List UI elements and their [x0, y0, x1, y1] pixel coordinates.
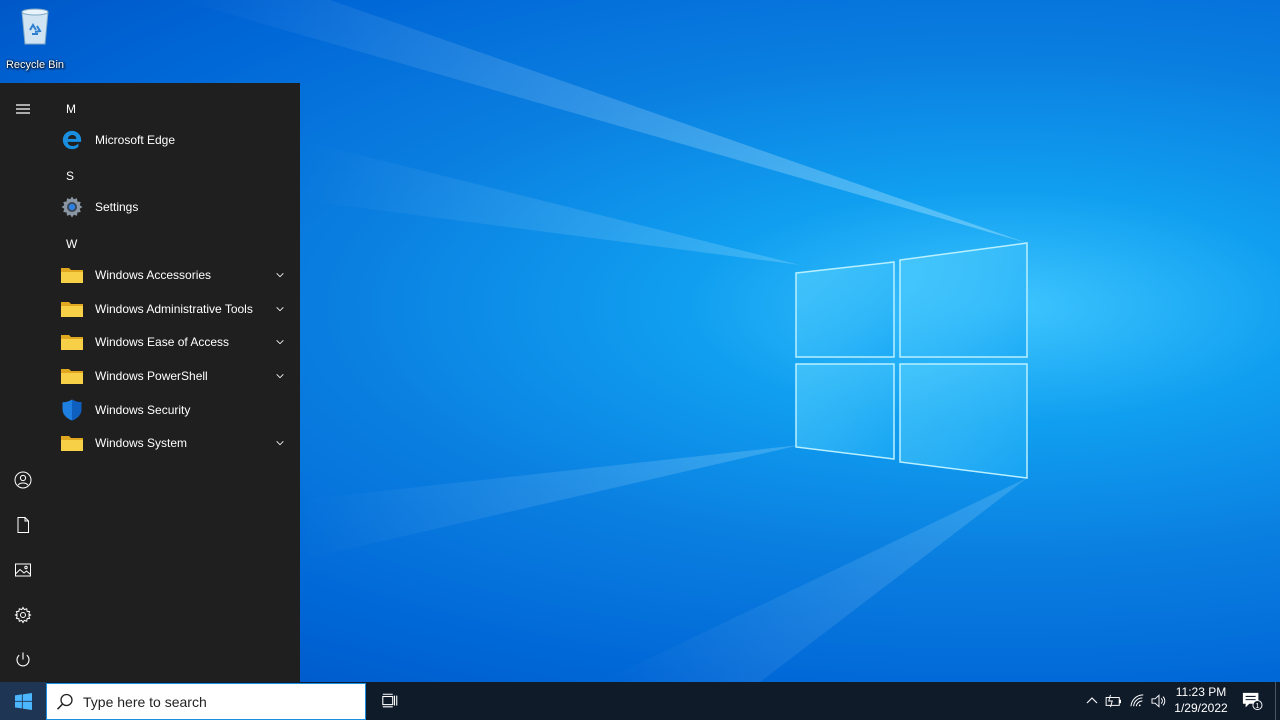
task-view-icon: [382, 693, 398, 708]
edge-icon: [62, 130, 82, 150]
app-windows-ease-of-access[interactable]: Windows Ease of Access: [54, 326, 292, 358]
windows-logo-icon: [14, 692, 32, 710]
app-windows-security[interactable]: Windows Security: [54, 394, 292, 426]
app-windows-administrative-tools[interactable]: Windows Administrative Tools: [54, 293, 292, 325]
folder-icon: [61, 436, 83, 451]
folder-icon: [61, 335, 83, 350]
clock-date: 1/29/2022: [1174, 701, 1228, 715]
settings-button[interactable]: [0, 593, 46, 637]
chevron-down-icon[interactable]: [270, 265, 290, 285]
gear-icon: [14, 606, 32, 624]
clock-time: 11:23 PM: [1175, 685, 1227, 699]
letter-header-w[interactable]: W: [66, 237, 77, 251]
action-center-button[interactable]: 1: [1234, 682, 1270, 720]
start-menu: M Microsoft Edge S Settings W Windows Ac…: [0, 83, 300, 682]
start-button[interactable]: [0, 682, 46, 720]
recycle-bin-icon: [21, 8, 49, 45]
chevron-down-icon[interactable]: [270, 433, 290, 453]
clock[interactable]: 11:23 PM 1/29/2022: [1170, 684, 1232, 718]
app-windows-system[interactable]: Windows System: [54, 427, 292, 459]
taskbar: Type here to search 11:23 PM 1/29/2022 1: [0, 682, 1280, 720]
app-label: Windows System: [95, 436, 188, 450]
app-label: Microsoft Edge: [95, 133, 176, 147]
volume-icon: [1151, 694, 1166, 708]
show-desktop-button[interactable]: [1275, 682, 1280, 720]
folder-icon: [61, 369, 83, 384]
user-icon: [14, 471, 32, 489]
battery-icon: [1105, 694, 1121, 708]
settings-gear-icon: [61, 196, 83, 218]
expand-menu-button[interactable]: [0, 87, 46, 131]
wifi-icon: [1130, 694, 1144, 707]
chevron-down-icon[interactable]: [270, 332, 290, 352]
folder-icon: [61, 302, 83, 317]
app-label: Windows Administrative Tools: [95, 302, 253, 316]
folder-icon: [61, 268, 83, 283]
account-button[interactable]: [0, 458, 46, 502]
search-icon: [56, 693, 73, 710]
app-windows-powershell[interactable]: Windows PowerShell: [54, 360, 292, 392]
pictures-icon: [15, 563, 31, 577]
app-label: Windows Security: [95, 403, 191, 417]
document-icon: [17, 517, 29, 533]
documents-button[interactable]: [0, 503, 46, 547]
search-placeholder: Type here to search: [83, 693, 207, 710]
shield-icon: [62, 399, 82, 421]
power-icon: [16, 652, 30, 667]
letter-header-m[interactable]: M: [66, 102, 76, 116]
app-label: Settings: [95, 200, 139, 214]
power-button[interactable]: [0, 638, 46, 682]
show-hidden-icons-button[interactable]: [1082, 682, 1102, 720]
letter-header-s[interactable]: S: [66, 169, 74, 183]
app-windows-accessories[interactable]: Windows Accessories: [54, 259, 292, 291]
volume-button[interactable]: [1149, 682, 1169, 720]
chevron-down-icon[interactable]: [270, 299, 290, 319]
battery-button[interactable]: [1103, 682, 1125, 720]
app-settings[interactable]: Settings: [54, 191, 292, 223]
network-button[interactable]: [1127, 682, 1149, 720]
hamburger-icon: [16, 104, 30, 114]
notification-icon: 1: [1242, 692, 1263, 711]
chevron-down-icon[interactable]: [270, 366, 290, 386]
notification-count: 1: [1255, 701, 1259, 710]
app-label: Windows PowerShell: [95, 369, 208, 383]
pictures-button[interactable]: [0, 548, 46, 592]
app-label: Windows Accessories: [95, 268, 212, 282]
desktop-icon-recycle-bin[interactable]: Recycle Bin: [4, 4, 66, 72]
app-label: Windows Ease of Access: [95, 335, 230, 349]
task-view-button[interactable]: [370, 682, 410, 720]
chevron-up-icon: [1086, 697, 1098, 704]
start-menu-rail: [0, 83, 46, 682]
desktop-icon-label: Recycle Bin: [5, 59, 65, 71]
app-microsoft-edge[interactable]: Microsoft Edge: [54, 124, 292, 156]
search-box[interactable]: Type here to search: [46, 683, 366, 720]
